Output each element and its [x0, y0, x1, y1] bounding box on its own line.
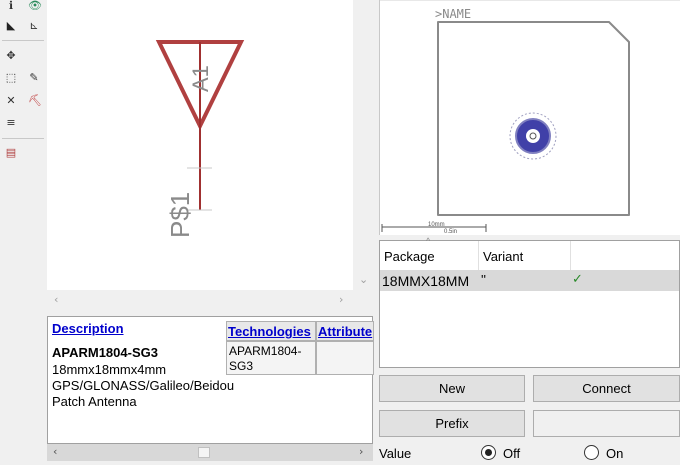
chevron-down-icon[interactable]: ⌄ [359, 273, 368, 286]
description-panel: Description APARM1804-SG3 18mmx18mmx4mm … [47, 316, 374, 444]
part-name: APARM1804-SG3 [52, 345, 158, 360]
paint-icon[interactable]: ⛏ [28, 95, 42, 107]
table-row[interactable]: 18MMX18MM '' ✓ [380, 270, 679, 291]
chevron-left-icon[interactable]: ‹ [54, 293, 58, 306]
symbol-name-label: A1 [188, 65, 213, 92]
description-line: Patch Antenna [52, 394, 137, 409]
toolbar-separator [2, 138, 44, 139]
schematic-canvas: A1 P$1 [155, 40, 245, 238]
column-divider [570, 241, 571, 270]
schematic-vertical-scrollbar[interactable]: ⌄ [353, 0, 378, 290]
toolbar-separator [2, 40, 44, 41]
technologies-header[interactable]: Technologies [226, 321, 316, 341]
value-on-radio[interactable] [584, 445, 599, 460]
delete-icon[interactable]: ✕ [5, 95, 17, 107]
chevron-right-icon[interactable]: › [339, 293, 343, 306]
description-line: GPS/GLONASS/Galileo/Beidou [52, 378, 235, 393]
move-icon[interactable]: ✥ [5, 50, 17, 62]
chevron-left-icon[interactable]: ‹ [53, 445, 57, 458]
variant-value: '' [481, 272, 486, 287]
value-label: Value [379, 446, 412, 461]
sort-up-icon: ^ [426, 236, 431, 246]
pen-icon[interactable]: ✎ [28, 72, 40, 84]
description-horizontal-scrollbar[interactable]: ‹ › [47, 444, 373, 461]
package-table-header: ^ Package Variant [380, 236, 679, 271]
variant-column-header[interactable]: Variant [483, 249, 523, 264]
check-icon: ✓ [572, 272, 583, 287]
paste-icon[interactable]: ▤ [5, 147, 17, 159]
preview-name-label: >NAME [435, 7, 471, 21]
select-rect-icon[interactable]: ⬚ [5, 72, 17, 84]
attribute-header[interactable]: Attribute [316, 321, 374, 341]
fill-icon[interactable]: ◣ [5, 20, 17, 32]
scrollbar-thumb[interactable] [198, 447, 210, 458]
technologies-link[interactable]: Technologies [228, 324, 311, 339]
attribute-link[interactable]: Attribute [318, 324, 372, 339]
value-off-radio[interactable] [481, 445, 496, 460]
preview-canvas: >NAME 10mm 0.5in [380, 0, 680, 235]
chevron-right-icon[interactable]: › [359, 445, 363, 458]
value-off-label[interactable]: Off [503, 446, 520, 461]
package-column-header[interactable]: Package [384, 249, 435, 264]
description-link[interactable]: Description [52, 321, 124, 336]
pin-name-label: P$1 [165, 192, 195, 238]
info-icon[interactable]: ℹ [5, 0, 17, 12]
description-line: 18mmx18mmx4mm [52, 362, 167, 377]
prefix-button[interactable]: Prefix [379, 410, 525, 437]
eye-icon[interactable]: 👁 [28, 0, 42, 12]
package-preview[interactable]: >NAME 10mm 0.5in [379, 0, 680, 235]
schematic-horizontal-scrollbar[interactable]: ‹ › [47, 290, 353, 310]
value-on-label[interactable]: On [606, 446, 623, 461]
technology-cell[interactable]: APARM1804- SG3 [226, 341, 316, 375]
connect-button[interactable]: Connect [533, 375, 680, 402]
left-toolbar: ℹ 👁 ◣ ⊾ ✥ ⬚ ✎ ✕ ⛏ ≡ ▤ [0, 0, 47, 465]
align-icon[interactable]: ≡ [5, 117, 17, 129]
pad-hole [526, 129, 540, 143]
axis-icon[interactable]: ⊾ [28, 20, 40, 32]
scale-mm-label: 10mm [428, 222, 445, 228]
schematic-view[interactable]: A1 P$1 [47, 0, 353, 290]
package-value: 18MMX18MM [382, 273, 470, 289]
column-divider [478, 241, 479, 270]
scale-in-label: 0.5in [444, 229, 457, 235]
attribute-cell[interactable] [316, 341, 374, 375]
prefix-field[interactable] [533, 410, 680, 437]
technology-value: APARM1804- SG3 [229, 344, 302, 373]
new-button[interactable]: New [379, 375, 525, 402]
package-table: ^ Package Variant 18MMX18MM '' ✓ [379, 236, 680, 368]
